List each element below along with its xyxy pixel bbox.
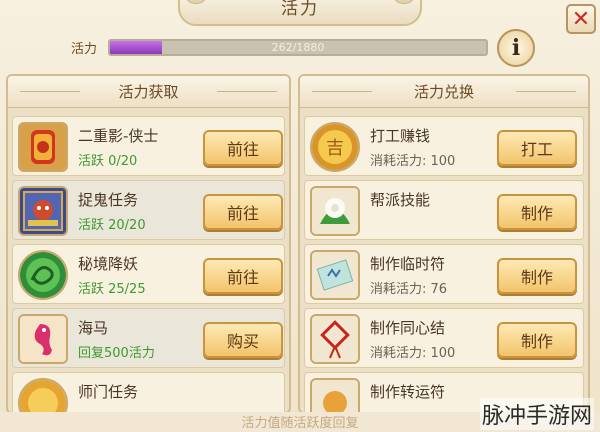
gold-coin-icon: 吉 — [310, 122, 360, 172]
item-title: 二重影-侠士 — [78, 127, 159, 145]
craft-button[interactable]: 制作 — [497, 258, 577, 294]
cloud-deco-icon — [186, 0, 206, 4]
go-button[interactable]: 前往 — [203, 130, 283, 166]
item-title: 帮派技能 — [370, 191, 431, 209]
close-button[interactable]: ✕ — [566, 4, 596, 34]
list-item: 帮派技能 制作 — [304, 180, 584, 240]
item-title: 制作转运符 — [370, 383, 446, 401]
vigor-value: 262/1880 — [271, 41, 325, 54]
go-button[interactable]: 前往 — [203, 194, 283, 230]
window-title: 活力 — [281, 0, 319, 19]
lantern-icon — [18, 122, 68, 172]
go-button[interactable]: 前往 — [203, 258, 283, 294]
list-item: 海马 回复500活力 购买 — [12, 308, 285, 368]
info-button[interactable]: i — [497, 29, 535, 67]
vigor-gain-panel: 活力获取 二重影-侠士 活跃 0/20 前往 捉鬼任务 活跃 20/20 前往 … — [6, 74, 291, 414]
vigor-label: 活力 — [71, 42, 98, 57]
white-flower-icon — [310, 186, 360, 236]
title-banner: 活力 — [178, 0, 422, 26]
item-status: 回复500活力 — [78, 346, 155, 361]
vigor-bar: 262/1880 — [108, 39, 488, 56]
craft-button[interactable]: 制作 — [497, 194, 577, 230]
list-item: 制作临时符 消耗活力: 76 制作 — [304, 244, 584, 304]
item-title: 海马 — [78, 319, 109, 337]
item-status: 活跃 25/25 — [78, 282, 146, 297]
list-item: 二重影-侠士 活跃 0/20 前往 — [12, 116, 285, 176]
cloud-deco-icon — [394, 0, 414, 4]
watermark: 脉冲手游网 — [479, 398, 594, 430]
item-cost: 消耗活力: 100 — [370, 154, 456, 169]
item-title: 制作临时符 — [370, 255, 446, 273]
panel-title: 活力兑换 — [300, 76, 588, 108]
list-item: 秘境降妖 活跃 25/25 前往 — [12, 244, 285, 304]
chinese-knot-icon — [310, 314, 360, 364]
vigor-window: 活力 ✕ 活力 262/1880 i 活力获取 二重影-侠士 活跃 0/20 前… — [0, 0, 600, 432]
vigor-exchange-panel: 活力兑换 吉 打工赚钱 消耗活力: 100 打工 帮派技能 制作 制作临时符 消… — [298, 74, 590, 414]
list-item: 师门任务 — [12, 372, 285, 412]
list-item: 捉鬼任务 活跃 20/20 前往 — [12, 180, 285, 240]
demon-icon — [18, 186, 68, 236]
work-button[interactable]: 打工 — [497, 130, 577, 166]
item-title: 打工赚钱 — [370, 127, 431, 145]
item-status: 活跃 20/20 — [78, 218, 146, 233]
talisman-icon — [310, 250, 360, 300]
list-item: 吉 打工赚钱 消耗活力: 100 打工 — [304, 116, 584, 176]
item-title: 制作同心结 — [370, 319, 446, 337]
item-title: 秘境降妖 — [78, 255, 139, 273]
seahorse-icon — [18, 314, 68, 364]
item-title: 师门任务 — [78, 383, 139, 401]
list-item: 制作同心结 消耗活力: 100 制作 — [304, 308, 584, 368]
svg-text:吉: 吉 — [326, 138, 344, 159]
fortune-icon — [310, 378, 360, 412]
item-status: 活跃 0/20 — [78, 154, 138, 169]
panel-title: 活力获取 — [8, 76, 289, 108]
coin-icon — [18, 378, 68, 412]
buy-button[interactable]: 购买 — [203, 322, 283, 358]
craft-button[interactable]: 制作 — [497, 322, 577, 358]
item-cost: 消耗活力: 100 — [370, 346, 456, 361]
item-title: 捉鬼任务 — [78, 191, 139, 209]
jade-dragon-icon — [18, 250, 68, 300]
item-cost: 消耗活力: 76 — [370, 282, 448, 297]
